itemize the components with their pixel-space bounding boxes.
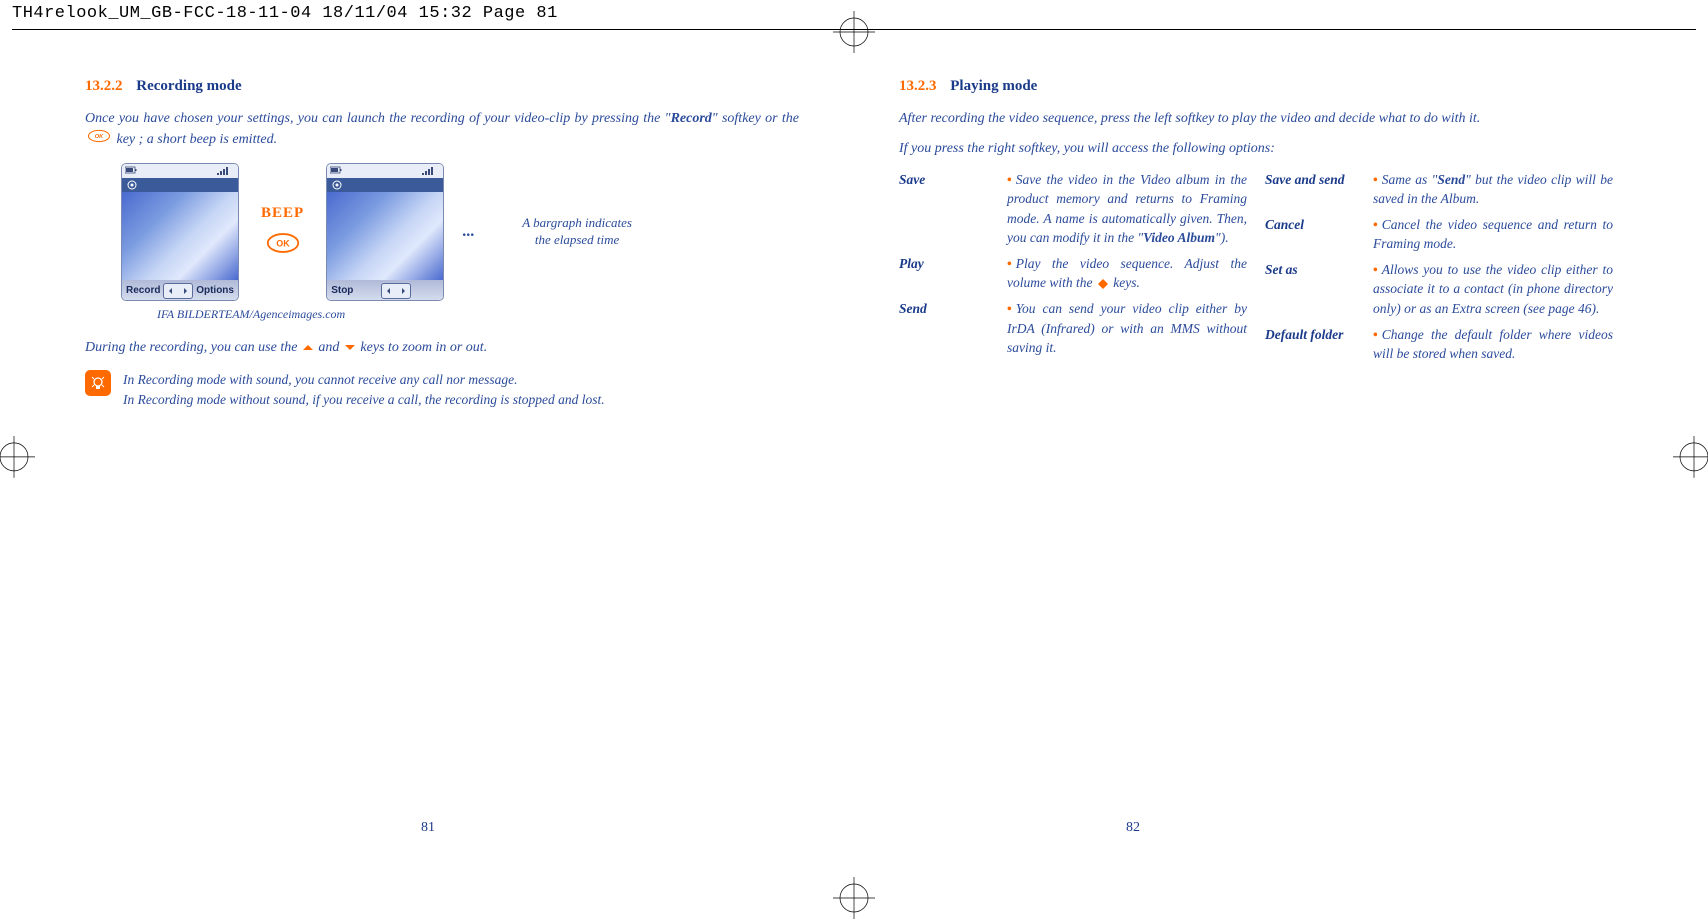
text: keys to zoom in or out. bbox=[357, 340, 487, 355]
section-heading: 13.2.3 Playing mode bbox=[899, 78, 1613, 95]
crop-mark-bottom-icon bbox=[833, 877, 875, 919]
down-arrow-icon bbox=[345, 345, 355, 350]
text: and bbox=[315, 340, 343, 355]
beep-column: BEEP OK bbox=[261, 205, 304, 259]
text: In Recording mode without sound, if you … bbox=[123, 392, 605, 407]
option-label: Cancel bbox=[1265, 215, 1373, 254]
lion-image bbox=[327, 192, 443, 280]
softkey-record: Record bbox=[126, 285, 160, 296]
option-label: Save bbox=[899, 170, 1007, 248]
option-send: Send •You can send your video clip eithe… bbox=[899, 299, 1247, 358]
phone-screenshot-stop: Stop bbox=[326, 163, 444, 301]
option-desc: •Change the default folder where videos … bbox=[1373, 325, 1613, 364]
proof-header: TH4relook_UM_GB-FCC-18-11-04 18/11/04 15… bbox=[12, 4, 558, 23]
option-set-as: Set as •Allows you to use the video clip… bbox=[1265, 260, 1613, 319]
tip-text: In Recording mode with sound, you cannot… bbox=[123, 370, 605, 411]
zoom-paragraph: During the recording, you can use the an… bbox=[85, 338, 799, 358]
beep-label: BEEP bbox=[261, 205, 304, 222]
section-title: Recording mode bbox=[136, 78, 241, 94]
image-credit: IFA BILDERTEAM/Agenceimages.com bbox=[157, 307, 799, 322]
text: In Recording mode with sound, you cannot… bbox=[123, 372, 518, 387]
page-spread: 13.2.2 Recording mode Once you have chos… bbox=[0, 78, 1708, 917]
text: During the recording, you can use the bbox=[85, 340, 301, 355]
dpad-icon bbox=[163, 283, 193, 299]
lion-image bbox=[122, 192, 238, 280]
option-cancel: Cancel •Cancel the video sequence and re… bbox=[1265, 215, 1613, 254]
option-save-and-send: Save and send •Same as "Send" but the vi… bbox=[1265, 170, 1613, 209]
option-desc: •Allows you to use the video clip either… bbox=[1373, 260, 1613, 319]
text: " softkey or the bbox=[712, 111, 799, 126]
intro-paragraph: Once you have chosen your settings, you … bbox=[85, 109, 799, 151]
up-down-arrow-icon bbox=[1098, 279, 1108, 289]
page-number-right: 82 bbox=[1126, 820, 1140, 836]
section-number: 13.2.2 bbox=[85, 78, 123, 94]
dpad-icon bbox=[381, 283, 411, 299]
page-right: 13.2.3 Playing mode After recording the … bbox=[854, 78, 1708, 917]
text: Same as " bbox=[1382, 172, 1438, 187]
phone-screenshot-record: Record Options bbox=[121, 163, 239, 301]
text: Change the default folder where videos w… bbox=[1373, 327, 1613, 362]
intro-paragraph: After recording the video sequence, pres… bbox=[899, 109, 1613, 129]
text: key ; a short beep is emitted. bbox=[113, 132, 277, 147]
text: Video Album bbox=[1143, 230, 1215, 245]
tip-box: In Recording mode with sound, you cannot… bbox=[85, 370, 799, 411]
option-default-folder: Default folder •Change the default folde… bbox=[1265, 325, 1613, 364]
softkey-stop: Stop bbox=[331, 285, 353, 296]
ok-key-large-icon: OK bbox=[266, 232, 300, 259]
option-desc: •Save the video in the Video album in th… bbox=[1007, 170, 1247, 248]
text: "). bbox=[1215, 230, 1229, 245]
svg-text:OK: OK bbox=[95, 134, 104, 140]
ellipsis: ... bbox=[462, 223, 474, 241]
up-arrow-icon bbox=[303, 345, 313, 350]
section-heading: 13.2.2 Recording mode bbox=[85, 78, 799, 95]
option-desc: •Cancel the video sequence and return to… bbox=[1373, 215, 1613, 254]
option-play: Play •Play the video sequence. Adjust th… bbox=[899, 254, 1247, 293]
page-left: 13.2.2 Recording mode Once you have chos… bbox=[0, 78, 854, 917]
text: Send bbox=[1437, 172, 1465, 187]
text: Once you have chosen your settings, you … bbox=[85, 111, 671, 126]
options-column-1: Save •Save the video in the Video album … bbox=[899, 170, 1247, 370]
text: the elapsed time bbox=[535, 232, 619, 247]
options-column-2: Save and send •Same as "Send" but the vi… bbox=[1265, 170, 1613, 370]
text: keys. bbox=[1110, 275, 1140, 290]
text: Allows you to use the video clip either … bbox=[1373, 262, 1613, 316]
option-desc: •Play the video sequence. Adjust the vol… bbox=[1007, 254, 1247, 293]
option-label: Play bbox=[899, 254, 1007, 293]
bargraph-note: A bargraph indicates the elapsed time bbox=[522, 215, 632, 249]
text: Cancel the video sequence and return to … bbox=[1373, 217, 1613, 252]
ok-key-icon: OK bbox=[87, 129, 111, 150]
page-number-left: 81 bbox=[421, 820, 435, 836]
option-label: Send bbox=[899, 299, 1007, 358]
figure-row: Record Options BEEP OK Stop bbox=[121, 163, 799, 301]
svg-text:OK: OK bbox=[276, 238, 290, 248]
section-title: Playing mode bbox=[950, 78, 1037, 94]
tip-icon bbox=[85, 370, 111, 396]
option-label: Save and send bbox=[1265, 170, 1373, 209]
section-number: 13.2.3 bbox=[899, 78, 937, 94]
options-grid: Save •Save the video in the Video album … bbox=[899, 170, 1613, 370]
option-desc: •Same as "Send" but the video clip will … bbox=[1373, 170, 1613, 209]
softkey-options: Options bbox=[196, 285, 234, 296]
intro-paragraph-2: If you press the right softkey, you will… bbox=[899, 139, 1613, 159]
text: You can send your video clip either by I… bbox=[1007, 301, 1247, 355]
text: A bargraph indicates bbox=[522, 215, 632, 230]
option-label: Default folder bbox=[1265, 325, 1373, 364]
record-bold: Record bbox=[671, 111, 712, 126]
option-save: Save •Save the video in the Video album … bbox=[899, 170, 1247, 248]
crop-mark-top-icon bbox=[833, 11, 875, 53]
option-desc: •You can send your video clip either by … bbox=[1007, 299, 1247, 358]
option-label: Set as bbox=[1265, 260, 1373, 319]
